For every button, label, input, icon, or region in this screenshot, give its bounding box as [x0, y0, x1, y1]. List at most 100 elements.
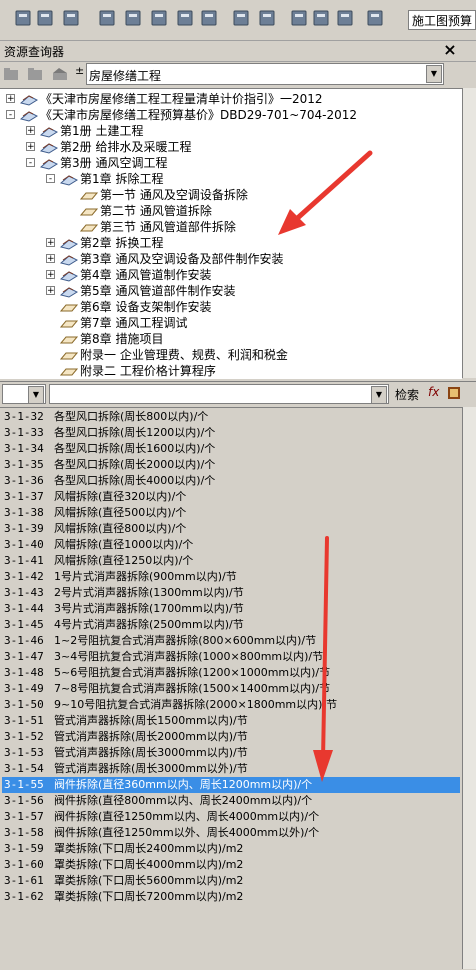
- table2-icon[interactable]: [200, 9, 218, 27]
- open-icon[interactable]: [36, 9, 54, 27]
- list-item[interactable]: 3-1-54 管式消声器拆除(周长3000mm以外)/节: [2, 761, 460, 777]
- list-item[interactable]: 3-1-60 罩类拆除(下口周长4000mm以内)/m2: [2, 857, 460, 873]
- page-icon: [80, 192, 98, 199]
- expand-icon[interactable]: +: [46, 286, 55, 296]
- search-input[interactable]: ▼: [49, 384, 389, 404]
- tree-item[interactable]: 第5章 通风管道部件制作安装: [60, 283, 235, 299]
- expand-icon[interactable]: +: [6, 94, 15, 104]
- list-item[interactable]: 3-1-42 1号片式消声器拆除(900mm以内)/节: [2, 569, 460, 585]
- item-code: 3-1-39: [4, 522, 44, 535]
- close-icon[interactable]: ×: [441, 41, 459, 59]
- tree-item[interactable]: 附录二 工程价格计算程序: [60, 363, 216, 379]
- tree-scrollbar[interactable]: [462, 88, 476, 378]
- list-scrollbar[interactable]: [462, 407, 476, 969]
- tree-item[interactable]: 附录一 企业管理费、规费、利润和税金: [60, 347, 288, 363]
- list-item[interactable]: 3-1-32 各型风口拆除(周长800以内)/个: [2, 409, 460, 425]
- copy-icon[interactable]: [312, 9, 330, 27]
- paste-icon[interactable]: [336, 9, 354, 27]
- item-name: 1号片式消声器拆除(900mm以内)/节: [54, 570, 237, 583]
- fx-icon[interactable]: fx: [428, 385, 439, 399]
- tree-item[interactable]: 第2册 给排水及采暖工程: [40, 139, 191, 155]
- collapse-icon[interactable]: -: [6, 110, 15, 120]
- list-item[interactable]: 3-1-49 7~8号阻抗复合式消声器拆除(1500×1400mm以内)/节: [2, 681, 460, 697]
- expand-icon[interactable]: +: [46, 270, 55, 280]
- list-item[interactable]: 3-1-40 风帽拆除(直径1000以内)/个: [2, 537, 460, 553]
- list-item[interactable]: 3-1-39 风帽拆除(直径800以内)/个: [2, 521, 460, 537]
- tree-item[interactable]: 第三节 通风管道部件拆除: [80, 219, 236, 235]
- tree-item[interactable]: 第4章 通风管道制作安装: [60, 267, 211, 283]
- calc-icon[interactable]: [150, 9, 168, 27]
- list-item[interactable]: 3-1-45 4号片式消声器拆除(2500mm以内)/节: [2, 617, 460, 633]
- list-item[interactable]: 3-1-37 风帽拆除(直径320以内)/个: [2, 489, 460, 505]
- list-item[interactable]: 3-1-51 管式消声器拆除(周长1500mm以内)/节: [2, 713, 460, 729]
- expand-icon[interactable]: +: [46, 254, 55, 264]
- library-select[interactable]: 房屋修缮工程 ▼: [86, 63, 444, 85]
- check-icon[interactable]: [232, 9, 250, 27]
- list-item[interactable]: 3-1-33 各型风口拆除(周长1200以内)/个: [2, 425, 460, 441]
- book-icon[interactable]: [446, 385, 462, 401]
- tree-item[interactable]: 第6章 设备支架制作安装: [60, 299, 211, 315]
- tree-item[interactable]: 第二节 通风管道拆除: [80, 203, 212, 219]
- tree-item[interactable]: 第3册 通风空调工程: [40, 155, 167, 171]
- folder-gray-icon[interactable]: [3, 67, 19, 81]
- search-button[interactable]: 检索: [395, 386, 419, 403]
- plus-minus-icon[interactable]: ±: [75, 64, 84, 77]
- list-item[interactable]: 3-1-46 1~2号阻抗复合式消声器拆除(800×600mm以内)/节: [2, 633, 460, 649]
- expand-icon[interactable]: +: [26, 126, 35, 136]
- import-icon[interactable]: [124, 9, 142, 27]
- chevron-down-icon[interactable]: ▼: [426, 65, 442, 83]
- tree-item[interactable]: 《天津市房屋修缮工程预算基价》DBD29-701~704-2012: [20, 107, 357, 123]
- list-item[interactable]: 3-1-43 2号片式消声器拆除(1300mm以内)/节: [2, 585, 460, 601]
- item-code: 3-1-55: [4, 778, 44, 791]
- tree-item[interactable]: 第8章 措施项目: [60, 331, 163, 347]
- tree-item[interactable]: 第一节 通风及空调设备拆除: [80, 187, 248, 203]
- tree-item[interactable]: 第1册 土建工程: [40, 123, 143, 139]
- tree-item[interactable]: 第7章 通风工程调试: [60, 315, 187, 331]
- run-icon[interactable]: [366, 9, 384, 27]
- export-icon[interactable]: [258, 9, 276, 27]
- list-item[interactable]: 3-1-36 各型风口拆除(周长4000以内)/个: [2, 473, 460, 489]
- item-name: 风帽拆除(直径1250以内)/个: [54, 554, 194, 567]
- tree-item[interactable]: 第2章 拆换工程: [60, 235, 163, 251]
- expand-icon[interactable]: +: [46, 238, 55, 248]
- list-item[interactable]: 3-1-41 风帽拆除(直径1250以内)/个: [2, 553, 460, 569]
- cut-icon[interactable]: [290, 9, 308, 27]
- chevron-down-icon[interactable]: ▼: [28, 386, 44, 404]
- list-item[interactable]: 3-1-62 罩类拆除(下口周长7200mm以内)/m2: [2, 889, 460, 905]
- tree-item-label: 第3章 通风及空调设备及部件制作安装: [80, 252, 284, 266]
- chevron-down-icon[interactable]: ▼: [371, 386, 387, 404]
- list-item[interactable]: 3-1-48 5~6号阻抗复合式消声器拆除(1200×1000mm以内)/节: [2, 665, 460, 681]
- list-item[interactable]: 3-1-50 9~10号阻抗复合式消声器拆除(2000×1800mm以内)/节: [2, 697, 460, 713]
- list-item[interactable]: 3-1-34 各型风口拆除(周长1600以内)/个: [2, 441, 460, 457]
- list-item-selected[interactable]: 3-1-55 阀件拆除(直径360mm以内、周长1200mm以内)/个: [2, 777, 460, 793]
- save-icon[interactable]: [62, 9, 80, 27]
- tree-item[interactable]: 第3章 通风及空调设备及部件制作安装: [60, 251, 283, 267]
- new-icon[interactable]: [14, 9, 32, 27]
- list-item[interactable]: 3-1-38 风帽拆除(直径500以内)/个: [2, 505, 460, 521]
- list-item[interactable]: 3-1-35 各型风口拆除(周长2000以内)/个: [2, 457, 460, 473]
- list-item[interactable]: 3-1-53 管式消声器拆除(周长3000mm以内)/节: [2, 745, 460, 761]
- item-name: 阀件拆除(直径1250mm以内、周长4000mm以内)/个: [54, 810, 320, 823]
- list-item[interactable]: 3-1-58 阀件拆除(直径1250mm以外、周长4000mm以外)/个: [2, 825, 460, 841]
- collapse-icon[interactable]: -: [26, 158, 35, 168]
- list-item[interactable]: 3-1-52 管式消声器拆除(周长2000mm以内)/节: [2, 729, 460, 745]
- tree-item[interactable]: 第1章 拆除工程: [60, 171, 163, 187]
- mode-combo[interactable]: 施工图预算: [408, 10, 476, 30]
- collapse-icon[interactable]: -: [46, 174, 55, 184]
- expand-icon[interactable]: +: [26, 142, 35, 152]
- filter-type-combo[interactable]: ▼: [2, 384, 46, 404]
- list-item[interactable]: 3-1-56 阀件拆除(直径800mm以内、周长2400mm以内)/个: [2, 793, 460, 809]
- print-icon[interactable]: [98, 9, 116, 27]
- item-code: 3-1-38: [4, 506, 44, 519]
- tree-item[interactable]: 《天津市房屋修缮工程工程量清单计价指引》一2012: [20, 91, 323, 107]
- list-item[interactable]: 3-1-59 罩类拆除(下口周长2400mm以内)/m2: [2, 841, 460, 857]
- list-item[interactable]: 3-1-47 3~4号阻抗复合式消声器拆除(1000×800mm以内)/节: [2, 649, 460, 665]
- list-item[interactable]: 3-1-44 3号片式消声器拆除(1700mm以内)/节: [2, 601, 460, 617]
- list-item[interactable]: 3-1-61 罩类拆除(下口周长5600mm以内)/m2: [2, 873, 460, 889]
- book-icon: [40, 126, 58, 138]
- tree-tool-icon[interactable]: [51, 67, 71, 81]
- folder-open-icon[interactable]: [27, 67, 43, 81]
- table-icon[interactable]: [176, 9, 194, 27]
- book-icon: [60, 270, 78, 282]
- list-item[interactable]: 3-1-57 阀件拆除(直径1250mm以内、周长4000mm以内)/个: [2, 809, 460, 825]
